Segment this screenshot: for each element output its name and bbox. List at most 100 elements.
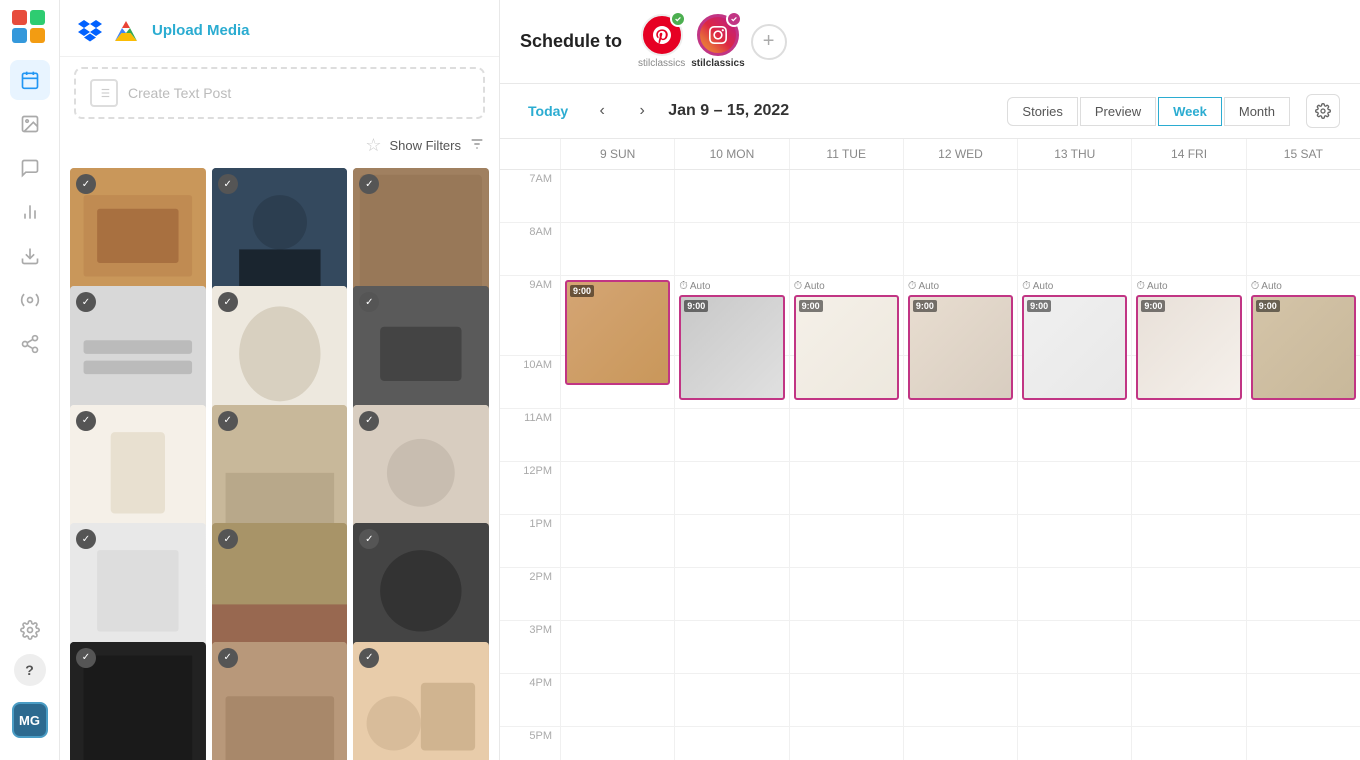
time-cell[interactable] [674, 568, 788, 620]
create-text-post-button[interactable]: Create Text Post [74, 67, 485, 119]
time-cell[interactable] [560, 462, 674, 514]
time-cell[interactable] [674, 621, 788, 673]
media-thumb[interactable]: ✓ [353, 168, 489, 304]
time-cell[interactable] [1131, 462, 1245, 514]
media-thumb[interactable]: ✓ [212, 523, 348, 659]
time-cell[interactable] [560, 727, 674, 760]
week-view-button[interactable]: Week [1158, 97, 1222, 126]
time-cell[interactable] [1131, 170, 1245, 222]
time-cell[interactable] [560, 621, 674, 673]
time-cell[interactable] [1017, 621, 1131, 673]
media-thumb[interactable]: ✓ [353, 286, 489, 422]
time-cell[interactable] [789, 223, 903, 275]
time-cell[interactable] [903, 515, 1017, 567]
time-cell[interactable]: ⏱ Auto9:00 [1131, 276, 1245, 355]
time-cell[interactable] [1131, 674, 1245, 726]
time-cell[interactable] [1131, 727, 1245, 760]
time-cell[interactable] [674, 462, 788, 514]
time-cell[interactable] [1246, 621, 1360, 673]
nav-analytics[interactable] [10, 192, 50, 232]
time-cell[interactable] [674, 170, 788, 222]
media-thumb[interactable]: ✓ [70, 405, 206, 541]
time-cell[interactable] [789, 568, 903, 620]
time-cell[interactable] [903, 223, 1017, 275]
time-cell[interactable] [1017, 568, 1131, 620]
time-cell[interactable] [1017, 223, 1131, 275]
time-cell[interactable] [903, 674, 1017, 726]
media-thumb[interactable]: GIVEAWAY ✓ [70, 642, 206, 760]
nav-chat[interactable] [10, 148, 50, 188]
time-cell[interactable] [560, 170, 674, 222]
media-thumb[interactable]: ✓ [212, 405, 348, 541]
show-filters-label[interactable]: Show Filters [389, 138, 461, 153]
time-cell[interactable] [1246, 409, 1360, 461]
time-cell[interactable] [1017, 674, 1131, 726]
time-cell[interactable]: ⏱ Auto9:00 [674, 276, 788, 355]
time-cell[interactable] [789, 170, 903, 222]
time-cell[interactable] [789, 462, 903, 514]
user-avatar[interactable]: MG [12, 702, 48, 738]
filter-icon[interactable] [469, 136, 485, 155]
calendar-settings-button[interactable] [1306, 94, 1340, 128]
time-cell[interactable] [903, 356, 1017, 408]
nav-settings[interactable] [10, 610, 50, 650]
prev-week-button[interactable]: ‹ [588, 97, 616, 125]
time-cell[interactable] [560, 223, 674, 275]
time-cell[interactable] [674, 727, 788, 760]
time-cell[interactable] [1131, 568, 1245, 620]
time-cell[interactable] [1017, 727, 1131, 760]
time-cell[interactable] [560, 356, 674, 408]
gdrive-icon[interactable] [112, 16, 140, 44]
time-cell[interactable] [789, 674, 903, 726]
media-thumb[interactable]: ✓ [70, 523, 206, 659]
time-cell[interactable] [1131, 223, 1245, 275]
time-cell[interactable] [903, 621, 1017, 673]
time-cell[interactable]: ⏱ Auto9:00 [789, 276, 903, 355]
media-thumb[interactable]: ✓ [70, 168, 206, 304]
time-cell[interactable] [1246, 170, 1360, 222]
time-cell[interactable] [903, 462, 1017, 514]
month-view-button[interactable]: Month [1224, 97, 1290, 126]
media-thumb[interactable]: ✓ [70, 286, 206, 422]
upload-media-button[interactable]: Upload Media [152, 22, 250, 39]
dropbox-icon[interactable] [76, 16, 104, 44]
time-cell[interactable] [560, 409, 674, 461]
time-cell[interactable] [789, 409, 903, 461]
add-social-button[interactable]: + [751, 24, 787, 60]
time-cell[interactable]: 9:00 [560, 276, 674, 355]
time-cell[interactable] [674, 223, 788, 275]
time-cell[interactable] [1246, 515, 1360, 567]
time-cell[interactable] [1131, 409, 1245, 461]
time-cell[interactable] [674, 409, 788, 461]
time-cell[interactable] [1246, 674, 1360, 726]
time-cell[interactable] [560, 568, 674, 620]
time-cell[interactable] [1246, 568, 1360, 620]
nav-social[interactable] [10, 324, 50, 364]
media-thumb[interactable]: ✓ [212, 642, 348, 760]
media-thumb[interactable]: ✓ [212, 168, 348, 304]
time-cell[interactable] [789, 515, 903, 567]
media-thumb[interactable]: ✓ [353, 405, 489, 541]
time-cell[interactable] [903, 727, 1017, 760]
next-week-button[interactable]: › [628, 97, 656, 125]
time-cell[interactable] [560, 515, 674, 567]
time-cell[interactable] [903, 170, 1017, 222]
time-cell[interactable] [560, 674, 674, 726]
time-cell[interactable] [674, 356, 788, 408]
time-cell[interactable] [1017, 515, 1131, 567]
star-icon[interactable]: ☆ [365, 135, 381, 156]
media-thumb[interactable]: ✓ [353, 523, 489, 659]
time-cell[interactable] [1017, 462, 1131, 514]
time-cell[interactable] [789, 621, 903, 673]
nav-media[interactable] [10, 104, 50, 144]
time-cell[interactable] [1246, 223, 1360, 275]
time-cell[interactable]: ⏱ Auto9:00 [1246, 276, 1360, 355]
time-cell[interactable] [674, 674, 788, 726]
preview-view-button[interactable]: Preview [1080, 97, 1156, 126]
nav-calendar[interactable] [10, 60, 50, 100]
time-cell[interactable] [1246, 727, 1360, 760]
media-thumb[interactable]: ✓ [353, 642, 489, 760]
time-cell[interactable] [1017, 170, 1131, 222]
time-cell[interactable] [1131, 621, 1245, 673]
time-cell[interactable] [1246, 462, 1360, 514]
